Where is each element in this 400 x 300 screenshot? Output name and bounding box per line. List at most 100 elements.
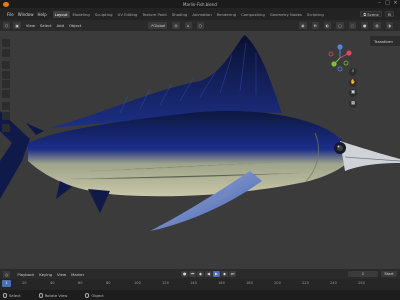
tab-animation[interactable]: Animation [190, 11, 213, 18]
add-cube-tool-icon[interactable] [2, 124, 10, 132]
gizmo-y-axis [331, 61, 337, 67]
menu-playback[interactable]: Playback [17, 272, 34, 277]
playhead[interactable]: 1 [2, 280, 11, 287]
tab-uv-editing[interactable]: UV Editing [116, 11, 140, 18]
pan-hand-icon[interactable]: ✋ [349, 78, 357, 87]
visibility-icon[interactable]: ◉ [299, 22, 307, 29]
prev-keyframe-icon[interactable]: ◆ [197, 271, 204, 277]
transform-label: Transform [374, 38, 393, 44]
tab-sculpting[interactable]: Sculpting [93, 11, 115, 18]
timeline-editor-type-button[interactable]: ◷ [3, 270, 11, 278]
next-keyframe-icon[interactable]: ◆ [221, 271, 228, 277]
menu-window[interactable]: Window [18, 12, 34, 17]
blender-logo-icon[interactable] [3, 1, 9, 7]
view-layer-field[interactable]: ⊟ [384, 10, 394, 17]
menu-object[interactable]: Object [69, 23, 81, 28]
menu-keying[interactable]: Keying [39, 272, 52, 277]
gizmo-x-axis [346, 50, 352, 56]
tab-layout[interactable]: Layout [52, 10, 70, 18]
ruler-tick: 180 [246, 281, 253, 285]
start-frame-input[interactable]: Start [381, 271, 397, 277]
jump-end-icon[interactable]: ⏭ [229, 271, 236, 277]
proportional-icon[interactable]: ○ [196, 22, 204, 29]
scale-tool-icon[interactable] [2, 80, 10, 88]
wireframe-shading-icon[interactable]: ◌ [348, 22, 357, 29]
material-shading-icon[interactable]: ◍ [373, 22, 381, 29]
menu-add[interactable]: Add [57, 23, 64, 28]
frame-inputs: 1 Start [348, 271, 397, 277]
editor-type-button[interactable]: ⬡ [3, 22, 11, 29]
orientation-label: Global [153, 23, 166, 28]
snap-icon[interactable]: ⌂ [184, 22, 192, 29]
tab-geometry-nodes[interactable]: Geometry Nodes [268, 11, 304, 18]
menu-view-timeline[interactable]: View [57, 272, 66, 277]
scene-name: Scene [367, 11, 379, 17]
shading-controls: ◉ ⊕ ◐ ▢ ◌ ● ◍ ◑ [299, 22, 396, 29]
ruler-tick: 220 [302, 281, 309, 285]
tab-scripting[interactable]: Scripting [305, 11, 326, 18]
maximize-icon[interactable]: □ [385, 1, 390, 6]
menu-file[interactable]: File [7, 12, 14, 17]
ruler-tick: 60 [78, 281, 83, 285]
play-icon[interactable]: ▶ [213, 271, 220, 277]
rotate-tool-icon[interactable] [2, 70, 10, 79]
window-controls: – □ × [377, 1, 398, 6]
move-tool-icon[interactable] [2, 61, 10, 69]
solid-shading-icon[interactable]: ● [361, 22, 369, 29]
status-object-label: Object [91, 292, 104, 298]
menu-select[interactable]: Select [40, 23, 52, 28]
ruler-tick: 100 [134, 281, 141, 285]
playback-controls: ● ⏮ ◆ ◀ ▶ ◆ ⏭ [181, 271, 236, 277]
bill [340, 141, 400, 171]
timeline-ruler[interactable]: 1 20 40 60 80 100 120 140 160 180 200 22… [0, 279, 400, 290]
jump-start-icon[interactable]: ⏮ [189, 271, 196, 277]
gizmo-toggle-icon[interactable]: ⊕ [311, 22, 319, 29]
timeline-menus: Playback Keying View Marker [17, 272, 84, 277]
3d-viewport[interactable]: Transform ⌕ ✋ ▣ ▦ [0, 31, 400, 269]
ruler-tick: 120 [162, 281, 169, 285]
close-icon[interactable]: × [393, 1, 398, 6]
workspace-tabs: Layout Modeling Sculpting UV Editing Tex… [52, 10, 326, 18]
tab-modeling[interactable]: Modeling [71, 11, 92, 18]
tab-texture-paint[interactable]: Texture Paint [140, 11, 169, 18]
record-icon[interactable]: ● [181, 271, 188, 277]
menu-marker[interactable]: Marker [71, 272, 84, 277]
zoom-icon[interactable]: ⌕ [349, 68, 357, 76]
current-frame-input[interactable]: 1 [348, 271, 378, 277]
select-box-tool-icon[interactable] [2, 39, 10, 47]
left-mouse-icon [3, 292, 7, 298]
tab-shading[interactable]: Shading [170, 11, 189, 18]
viewport-menus: View Select Add Object [26, 23, 81, 28]
status-bar: Select Rotate View Object [0, 290, 400, 300]
middle-mouse-icon [38, 292, 43, 298]
status-select: Select [3, 292, 21, 298]
top-bar: File Window Help Layout Modeling Sculpti… [0, 8, 400, 20]
right-mouse-icon [85, 292, 90, 298]
viewport-header: ⬡ ▣ View Select Add Object ↗ Global ◎ ⌂ … [0, 20, 400, 31]
menu-view[interactable]: View [26, 23, 35, 28]
mode-dropdown[interactable]: ▣ [13, 22, 21, 29]
ruler-tick: 140 [190, 281, 197, 285]
pivot-icon[interactable]: ◎ [172, 22, 180, 29]
measure-tool-icon[interactable] [2, 111, 10, 120]
minimize-icon[interactable]: – [377, 1, 382, 6]
tab-rendering[interactable]: Rendering [215, 11, 238, 18]
scene-field[interactable]: ⧉ Scene [360, 10, 382, 17]
camera-view-icon[interactable]: ▣ [349, 89, 357, 97]
transform-tool-icon[interactable] [2, 89, 10, 98]
play-reverse-icon[interactable]: ◀ [205, 271, 212, 277]
perspective-toggle-icon[interactable]: ▦ [349, 99, 357, 108]
window-title: Marlin-Fish.blend [183, 1, 217, 7]
xray-icon[interactable]: ▢ [336, 22, 344, 29]
overlay-icon[interactable]: ◐ [323, 22, 332, 29]
transform-orientation-group: ↗ Global ◎ ⌂ ○ [148, 22, 207, 29]
status-rotate-view: Rotate View [38, 292, 67, 298]
tab-compositing[interactable]: Compositing [239, 11, 267, 18]
sidebar-transform-tab[interactable]: Transform [370, 36, 400, 46]
cursor-tool-icon[interactable] [2, 48, 10, 57]
rendered-shading-icon[interactable]: ◑ [385, 22, 393, 29]
orientation-dropdown[interactable]: ↗ Global [148, 22, 168, 29]
annotate-tool-icon[interactable] [2, 102, 10, 110]
menu-help[interactable]: Help [37, 12, 46, 17]
scene-selector: ⧉ Scene ⊟ [360, 10, 394, 17]
